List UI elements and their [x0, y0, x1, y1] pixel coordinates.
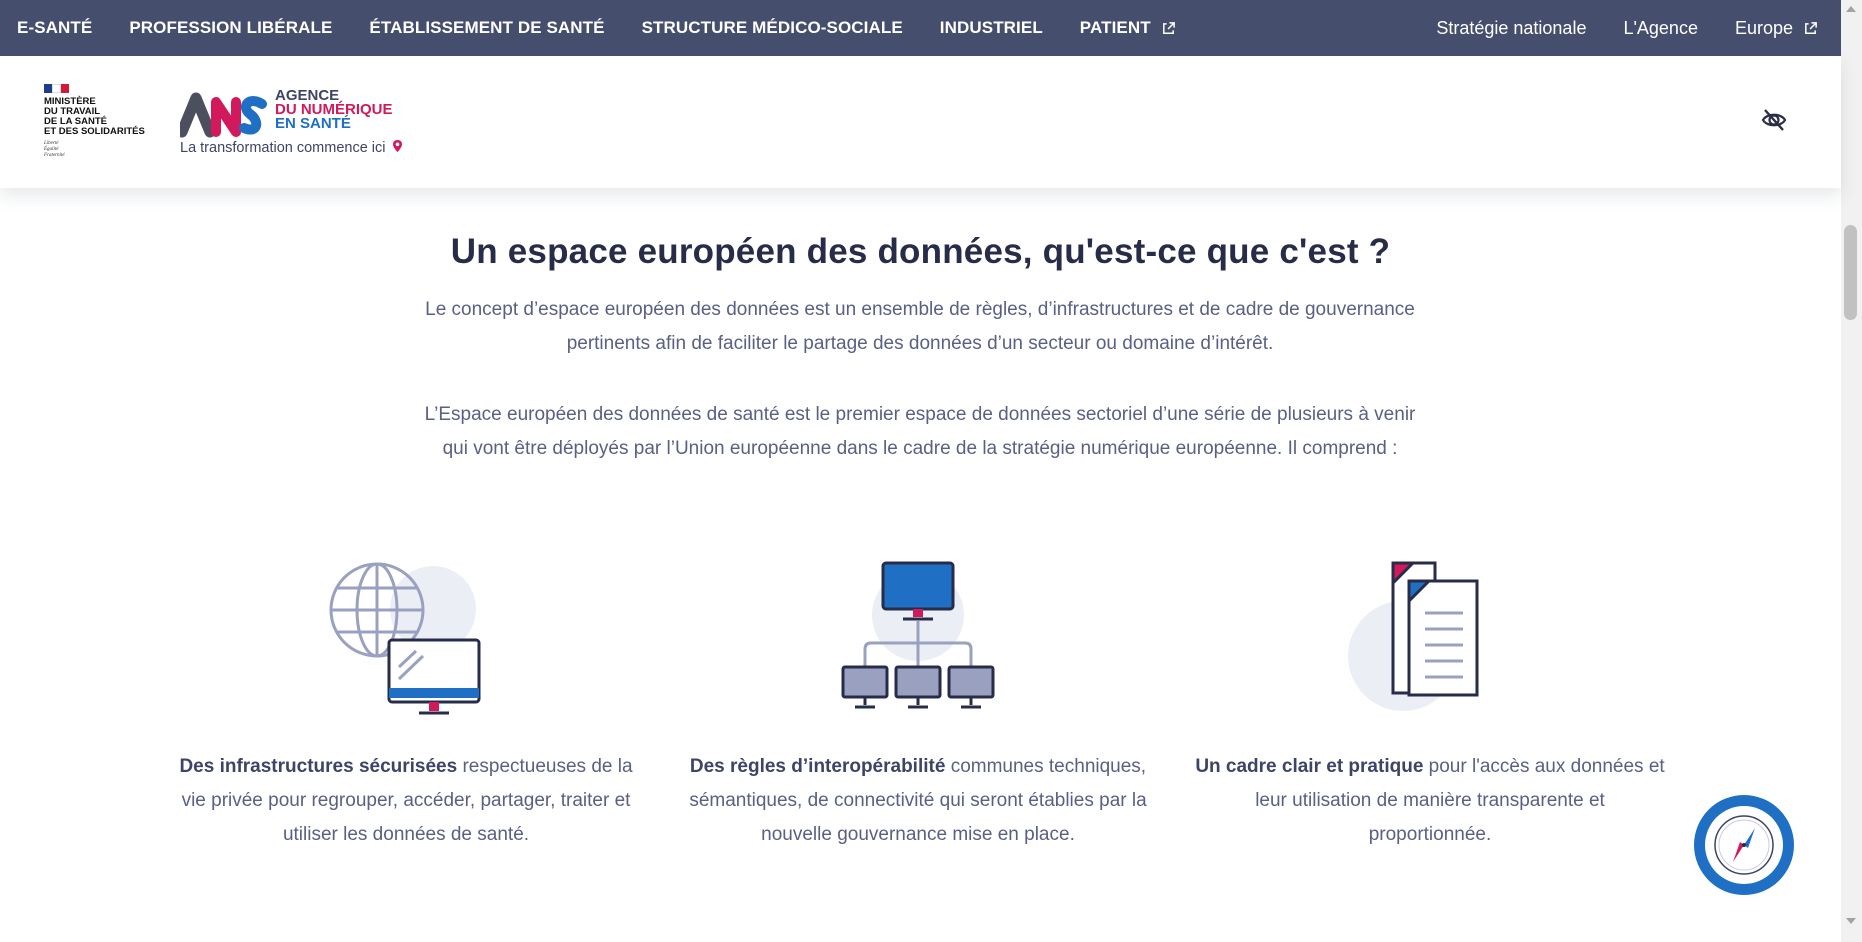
compass-navigation-button[interactable]	[1694, 795, 1794, 895]
institution-menu: Stratégie nationale L'Agence Europe	[1399, 18, 1841, 39]
network-icon	[841, 561, 995, 709]
ans-tagline: La transformation commence ici	[180, 139, 403, 156]
compass-face	[1705, 806, 1783, 884]
feature-icon-wrapper	[1195, 555, 1665, 725]
feature-infrastructures: Des infrastructures sécurisées respectue…	[171, 555, 641, 852]
ans-monogram-icon	[180, 92, 267, 138]
nav-item-label: INDUSTRIEL	[939, 18, 1043, 37]
nav-item-label: Stratégie nationale	[1436, 17, 1587, 38]
nav-item-label: ÉTABLISSEMENT DE SANTÉ	[369, 18, 605, 37]
intro-paragraph: Le concept d’espace européen des données…	[425, 299, 1415, 354]
page-scrollbar[interactable]	[1841, 0, 1862, 942]
nav-item-agence[interactable]: L'Agence	[1623, 18, 1698, 39]
accessibility-visibility-toggle[interactable]	[1760, 106, 1788, 134]
ans-logo[interactable]: AGENCE DU NUMÉRIQUE EN SANTÉ La transfor…	[180, 88, 410, 168]
top-navigation-bar: E-SANTÉ PROFESSION LIBÉRALE ÉTABLISSEMEN…	[0, 0, 1841, 56]
nav-item-label: PATIENT	[1079, 18, 1151, 37]
nav-item-strategie-nationale[interactable]: Stratégie nationale	[1436, 18, 1586, 39]
ans-brand-line3: EN SANTÉ	[275, 115, 351, 132]
feature-title: Des règles d’interopérabilité	[689, 756, 946, 777]
feature-interoperabilite: Des règles d’interopérabilité communes t…	[683, 555, 1153, 852]
nav-item-industriel[interactable]: INDUSTRIEL	[940, 18, 1043, 38]
feature-icon-wrapper	[171, 555, 641, 725]
eye-slash-icon	[1761, 109, 1787, 131]
nav-item-label: Europe	[1734, 17, 1793, 38]
site-header: MINISTÈRE DU TRAVAIL DE LA SANTÉ ET DES …	[0, 56, 1841, 188]
ministere-motto: Liberté Égalité Fraternité	[44, 141, 65, 158]
nav-item-label: E-SANTÉ	[17, 18, 93, 37]
nav-item-patient[interactable]: PATIENT	[1080, 18, 1176, 38]
french-flag-icon	[44, 84, 70, 93]
nav-item-europe[interactable]: Europe	[1735, 18, 1818, 39]
location-pin-icon	[392, 140, 402, 152]
ans-tagline-text: La transformation commence ici	[180, 140, 386, 156]
scroll-up-arrow-icon[interactable]	[1846, 6, 1856, 12]
documents-icon	[1348, 561, 1479, 711]
nav-item-structure-medico-sociale[interactable]: STRUCTURE MÉDICO-SOCIALE	[642, 18, 903, 38]
nav-item-label: STRUCTURE MÉDICO-SOCIALE	[641, 18, 903, 37]
nav-item-etablissement-de-sante[interactable]: ÉTABLISSEMENT DE SANTÉ	[369, 18, 604, 38]
feature-cadre: Un cadre clair et pratique pour l'accès …	[1195, 555, 1665, 852]
nav-item-label: L'Agence	[1623, 17, 1698, 38]
ehds-paragraph: L’Espace européen des données de santé e…	[424, 404, 1416, 459]
scroll-down-arrow-icon[interactable]	[1846, 918, 1856, 924]
feature-icon-wrapper	[683, 555, 1153, 725]
nav-item-label: PROFESSION LIBÉRALE	[129, 18, 333, 37]
scrollbar-thumb[interactable]	[1844, 225, 1857, 320]
feature-title: Des infrastructures sécurisées	[179, 756, 458, 777]
globe-monitor-icon	[329, 562, 481, 715]
external-link-icon	[1162, 21, 1175, 34]
compass-icon	[1714, 815, 1774, 875]
external-link-icon	[1805, 21, 1817, 34]
feature-title: Un cadre clair et pratique	[1195, 756, 1424, 777]
feature-description: Un cadre clair et pratique pour l'accès …	[1195, 750, 1665, 852]
audience-menu: E-SANTÉ PROFESSION LIBÉRALE ÉTABLISSEMEN…	[0, 0, 1213, 56]
page-title: Un espace européen des données, qu'est-c…	[450, 232, 1391, 271]
feature-description: Des règles d’interopérabilité communes t…	[683, 750, 1153, 852]
nav-item-e-sante[interactable]: E-SANTÉ	[17, 18, 92, 38]
feature-description: Des infrastructures sécurisées respectue…	[171, 750, 641, 852]
ministere-name: MINISTÈRE DU TRAVAIL DE LA SANTÉ ET DES …	[44, 96, 145, 137]
ministere-logo[interactable]: MINISTÈRE DU TRAVAIL DE LA SANTÉ ET DES …	[44, 84, 154, 159]
nav-item-profession-liberale[interactable]: PROFESSION LIBÉRALE	[129, 18, 332, 38]
